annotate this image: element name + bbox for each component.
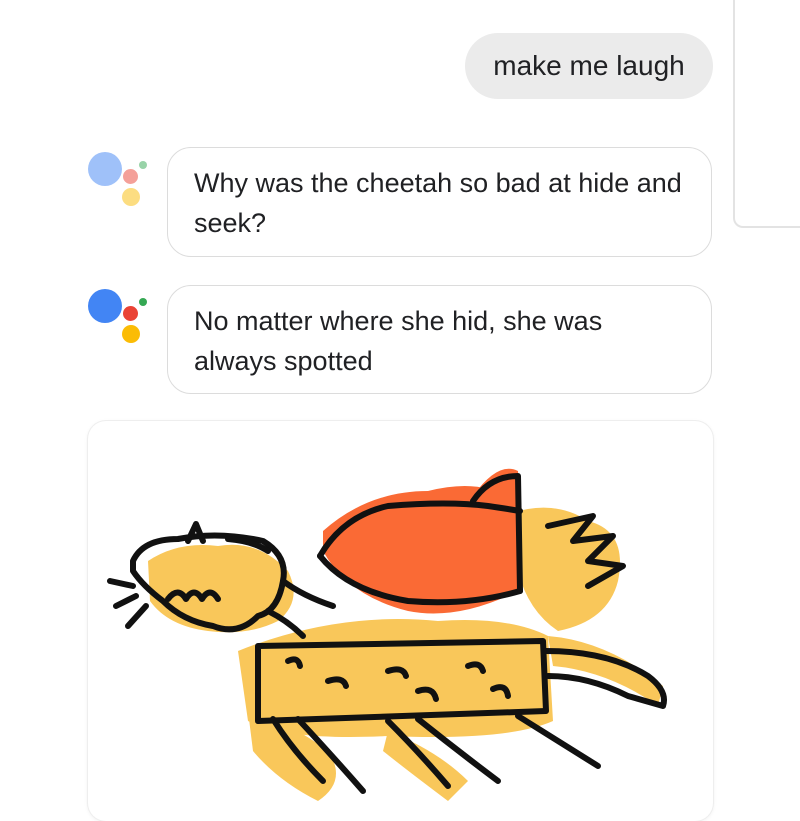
assistant-message-bubble: Why was the cheetah so bad at hide and s…: [167, 147, 712, 257]
assistant-message-bubble: No matter where she hid, she was always …: [167, 285, 712, 394]
assistant-logo-icon: [88, 150, 158, 210]
scroll-indicator[interactable]: [733, 0, 800, 228]
drawing-card[interactable]: [88, 421, 713, 821]
cheetah-drawing-icon: [107, 468, 667, 801]
user-message-text: make me laugh: [493, 50, 685, 81]
assistant-message-text: Why was the cheetah so bad at hide and s…: [194, 168, 682, 238]
assistant-message-text: No matter where she hid, she was always …: [194, 306, 603, 376]
assistant-logo-icon: [88, 287, 158, 347]
user-message-bubble: make me laugh: [465, 33, 713, 99]
